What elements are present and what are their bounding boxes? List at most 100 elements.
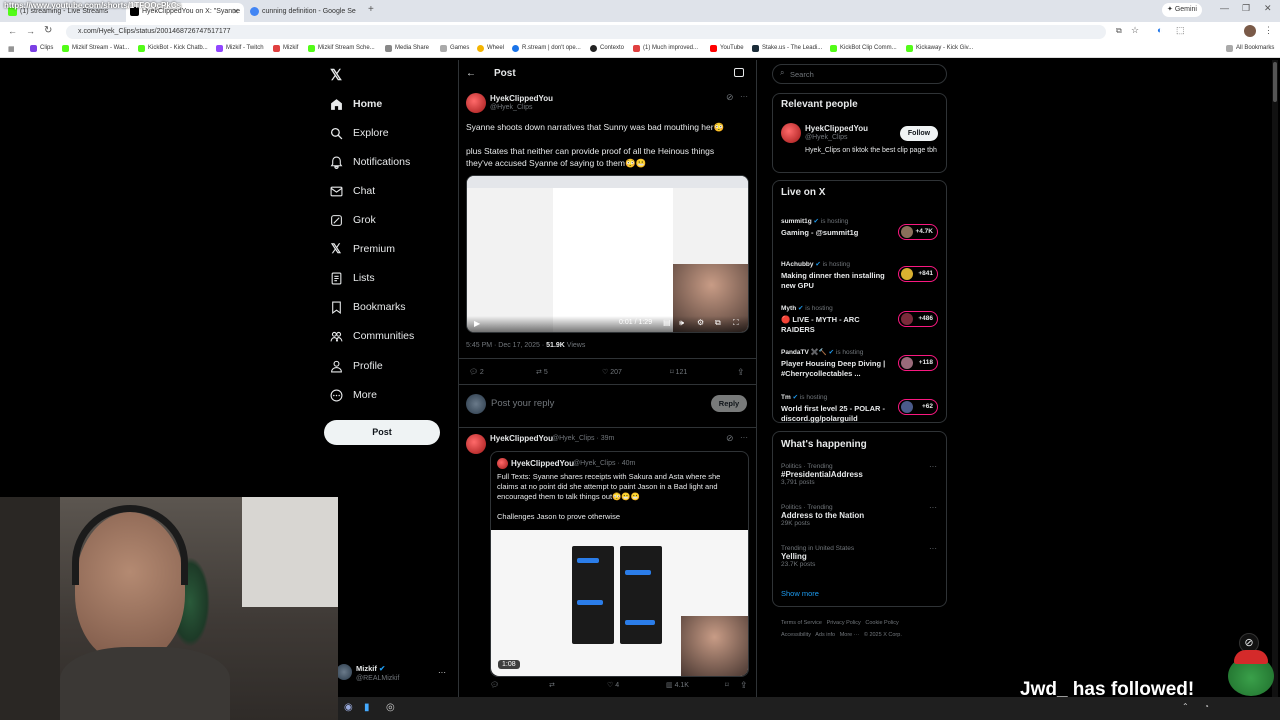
captions-icon[interactable]: ▤ bbox=[663, 318, 671, 327]
repost-action[interactable]: ⇄ 5 bbox=[536, 368, 548, 376]
x-logo-icon[interactable]: 𝕏 bbox=[330, 66, 342, 84]
quote-video[interactable]: 1:08 bbox=[491, 530, 748, 676]
close-tab-icon[interactable]: ✕ bbox=[232, 3, 239, 20]
reply-input[interactable]: Post your reply bbox=[491, 398, 554, 409]
bookmark-item[interactable]: Kickaway - Kick Giv... bbox=[906, 45, 973, 52]
bookmark-item[interactable]: Mizkif Stream Sche... bbox=[308, 45, 375, 52]
star-icon[interactable]: ☆ bbox=[1131, 25, 1139, 36]
search-input[interactable]: Search bbox=[790, 70, 814, 79]
nav-lists[interactable]: Lists bbox=[329, 267, 375, 289]
tray-chevron-icon[interactable]: ⌃ bbox=[1182, 702, 1189, 711]
share-icon[interactable]: ⇪ bbox=[740, 680, 748, 691]
nav-more[interactable]: More bbox=[329, 384, 377, 406]
close-window-icon[interactable]: ✕ bbox=[1264, 3, 1272, 14]
footer-link[interactable]: Ads info bbox=[815, 632, 835, 638]
fullscreen-icon[interactable]: ⛶ bbox=[733, 318, 739, 328]
nav-notifications[interactable]: Notifications bbox=[329, 151, 410, 173]
trend-more-icon[interactable]: ··· bbox=[929, 503, 937, 512]
author-handle[interactable]: @Hyek_Clips bbox=[490, 104, 533, 111]
volume-icon[interactable]: 🕪 bbox=[679, 318, 684, 328]
trend-more-icon[interactable]: ··· bbox=[929, 462, 937, 471]
tweet-video[interactable]: ▶ 0:01 / 1:29 ▤ 🕪 ⚙ ⧉ ⛶ bbox=[466, 175, 749, 333]
live-item[interactable]: Myth ✔ is hosting 🔴 LIVE - MYTH - ARC RA… bbox=[781, 297, 891, 335]
forward-icon[interactable]: → bbox=[26, 26, 35, 36]
bookmark-item[interactable]: Clips bbox=[30, 45, 53, 52]
live-item[interactable]: summit1g ✔ is hosting Gaming - @summit1g bbox=[781, 210, 891, 238]
steam-taskbar-icon[interactable]: ◎ bbox=[386, 702, 395, 713]
footer-link[interactable]: Accessibility bbox=[781, 632, 811, 638]
search-box[interactable]: ⌕ Search bbox=[772, 64, 947, 84]
pip-icon[interactable]: ⧉ bbox=[715, 318, 721, 328]
post-button[interactable]: Post bbox=[324, 420, 440, 445]
account-avatar[interactable] bbox=[336, 664, 352, 680]
footer-link[interactable]: Terms of Service bbox=[781, 620, 822, 626]
bookmark-item[interactable]: Wheel bbox=[477, 45, 504, 52]
puzzle-icon[interactable]: ⬚ bbox=[1176, 25, 1185, 36]
account-more-icon[interactable]: ··· bbox=[438, 668, 446, 677]
bookmark-item[interactable]: Stake.us - The Leadi... bbox=[752, 45, 822, 52]
like-action[interactable]: ♡ 4 bbox=[607, 681, 619, 689]
more-options-icon[interactable]: ··· bbox=[740, 433, 748, 442]
author-name[interactable]: HyekClippedYou bbox=[490, 434, 553, 443]
trend-item[interactable]: Trending in United States Yelling 23.7K … bbox=[781, 545, 854, 568]
footer-link[interactable]: More ··· bbox=[840, 632, 860, 638]
nav-premium[interactable]: 𝕏 Premium bbox=[329, 238, 395, 260]
bookmark-item[interactable]: Media Share bbox=[385, 45, 429, 52]
author-avatar[interactable] bbox=[466, 434, 486, 454]
grok-explain-icon[interactable]: ⊘ bbox=[726, 92, 734, 103]
bookmark-item[interactable]: (1) Much improved... bbox=[633, 45, 698, 52]
show-more-link[interactable]: Show more bbox=[781, 589, 819, 598]
relevant-avatar[interactable] bbox=[781, 123, 801, 143]
relevant-name[interactable]: HyekClippedYou bbox=[805, 124, 868, 133]
new-tab-icon[interactable]: + bbox=[368, 4, 374, 15]
minimize-icon[interactable]: — bbox=[1220, 3, 1229, 13]
nav-chat[interactable]: Chat bbox=[329, 180, 375, 202]
profile-avatar[interactable] bbox=[1244, 25, 1256, 37]
footer-link[interactable]: Privacy Policy bbox=[827, 620, 861, 626]
author-name[interactable]: HyekClippedYou bbox=[490, 94, 553, 103]
nav-explore[interactable]: Explore bbox=[329, 122, 389, 144]
bookmark-action[interactable]: ⌑ 121 bbox=[670, 368, 687, 376]
all-bookmarks[interactable]: All Bookmarks bbox=[1226, 45, 1274, 52]
nav-home[interactable]: Home bbox=[329, 93, 382, 115]
reload-icon[interactable]: ↻ bbox=[44, 25, 52, 36]
play-icon[interactable]: ▶ bbox=[474, 319, 480, 328]
files-taskbar-icon[interactable]: ▮ bbox=[364, 702, 370, 713]
nav-grok[interactable]: Grok bbox=[329, 209, 376, 231]
footer-link[interactable]: Cookie Policy bbox=[865, 620, 898, 626]
url-field[interactable]: x.com/Hyek_Clips/status/2001468726747517… bbox=[66, 25, 1106, 39]
tray-wifi-icon[interactable]: ◔ bbox=[1204, 702, 1209, 711]
live-listeners-pill[interactable]: +841 bbox=[898, 266, 938, 282]
nav-bookmarks[interactable]: Bookmarks bbox=[329, 296, 406, 318]
nav-profile[interactable]: Profile bbox=[329, 355, 383, 377]
trend-item[interactable]: Politics · Trending Address to the Natio… bbox=[781, 504, 864, 527]
views-action[interactable]: ▥ 4.1K bbox=[666, 681, 689, 689]
live-listeners-pill[interactable]: +4.7K bbox=[898, 224, 938, 240]
bookmark-icon[interactable]: ⌑ bbox=[725, 681, 729, 689]
live-item[interactable]: PandaTV ✖️🔨 ✔ is hosting Player Housing … bbox=[781, 341, 891, 379]
bookmark-item[interactable]: YouTube bbox=[710, 45, 744, 52]
trend-more-icon[interactable]: ··· bbox=[929, 544, 937, 553]
bookmark-item[interactable]: KickBot - Kick Chatb... bbox=[138, 45, 208, 52]
repost-icon[interactable]: ⇄ bbox=[549, 681, 555, 689]
live-listeners-pill[interactable]: +118 bbox=[898, 355, 938, 371]
bookmark-item[interactable]: Contexto bbox=[590, 45, 624, 52]
author-avatar[interactable] bbox=[466, 93, 486, 113]
bookmark-item[interactable]: KickBot Clip Comm... bbox=[830, 45, 897, 52]
nav-communities[interactable]: Communities bbox=[329, 325, 414, 347]
browser-tab[interactable]: cunning definition - Google Se bbox=[246, 3, 364, 22]
menu-icon[interactable]: ⋮ bbox=[1264, 25, 1273, 36]
bookmark-item[interactable]: Games bbox=[440, 45, 469, 52]
live-listeners-pill[interactable]: +62 bbox=[898, 399, 938, 415]
reply-action[interactable]: 💬︎ 2 bbox=[469, 368, 484, 376]
share-icon[interactable]: ⇪ bbox=[737, 367, 745, 378]
account-name[interactable]: Mizkif ✔ bbox=[356, 664, 385, 673]
bookmark-item[interactable]: Mizkif - Twitch bbox=[216, 45, 264, 52]
relevant-handle[interactable]: @Hyek_Clips bbox=[805, 134, 848, 141]
bookmark-item[interactable]: R.stream | don't ope... bbox=[512, 45, 581, 52]
live-listeners-pill[interactable]: +486 bbox=[898, 311, 938, 327]
reply-icon[interactable]: 💬︎ bbox=[490, 681, 499, 689]
reader-view-icon[interactable] bbox=[734, 68, 744, 77]
more-options-icon[interactable]: ··· bbox=[740, 92, 748, 101]
live-item[interactable]: Tm ✔ is hosting World first level 25 - P… bbox=[781, 386, 891, 424]
